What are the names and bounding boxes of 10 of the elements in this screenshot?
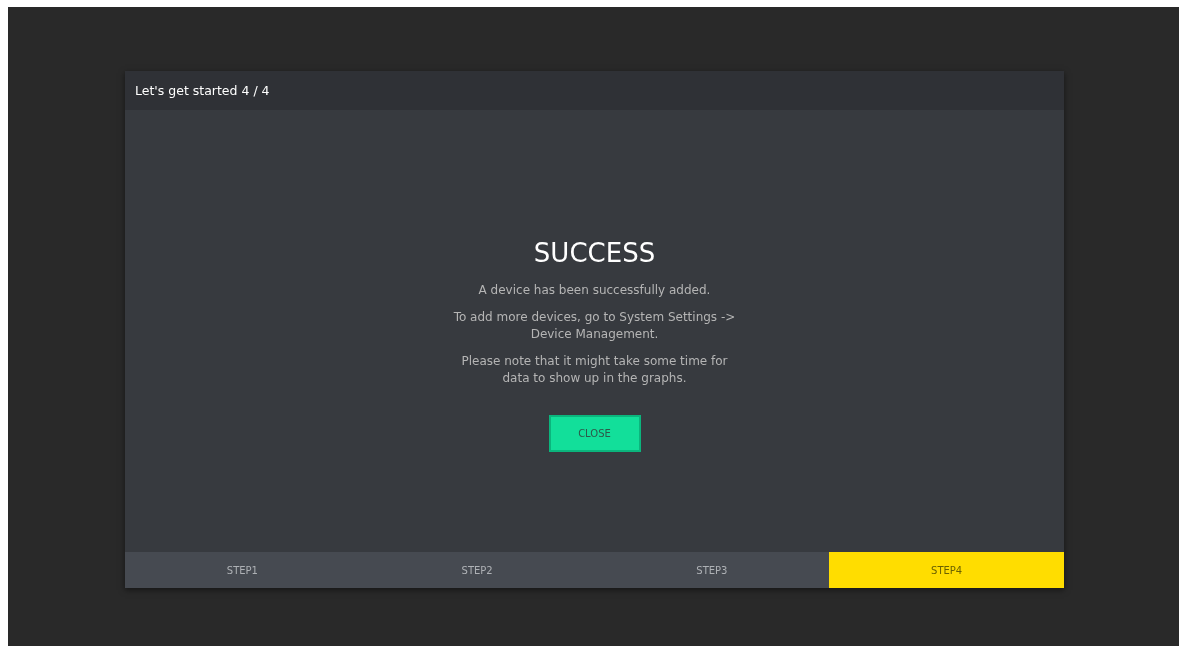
success-heading: SUCCESS [533, 238, 656, 268]
dialog-title: Let's get started 4 / 4 [135, 83, 270, 98]
message-text: A device has been successfully added. [477, 282, 712, 299]
message-text: To add more devices, go to System Settings -> Device Management. [452, 309, 737, 343]
message-text: Please note that it might take some time for data to show up in the graphs. [460, 353, 729, 387]
step-tab[interactable]: STEP3 [594, 552, 830, 588]
step-tab[interactable]: STEP4 [829, 552, 1064, 588]
close-button[interactable]: CLOSE [548, 415, 641, 452]
step-tab[interactable]: STEP2 [359, 552, 595, 588]
step-tab[interactable]: STEP1 [125, 552, 360, 588]
